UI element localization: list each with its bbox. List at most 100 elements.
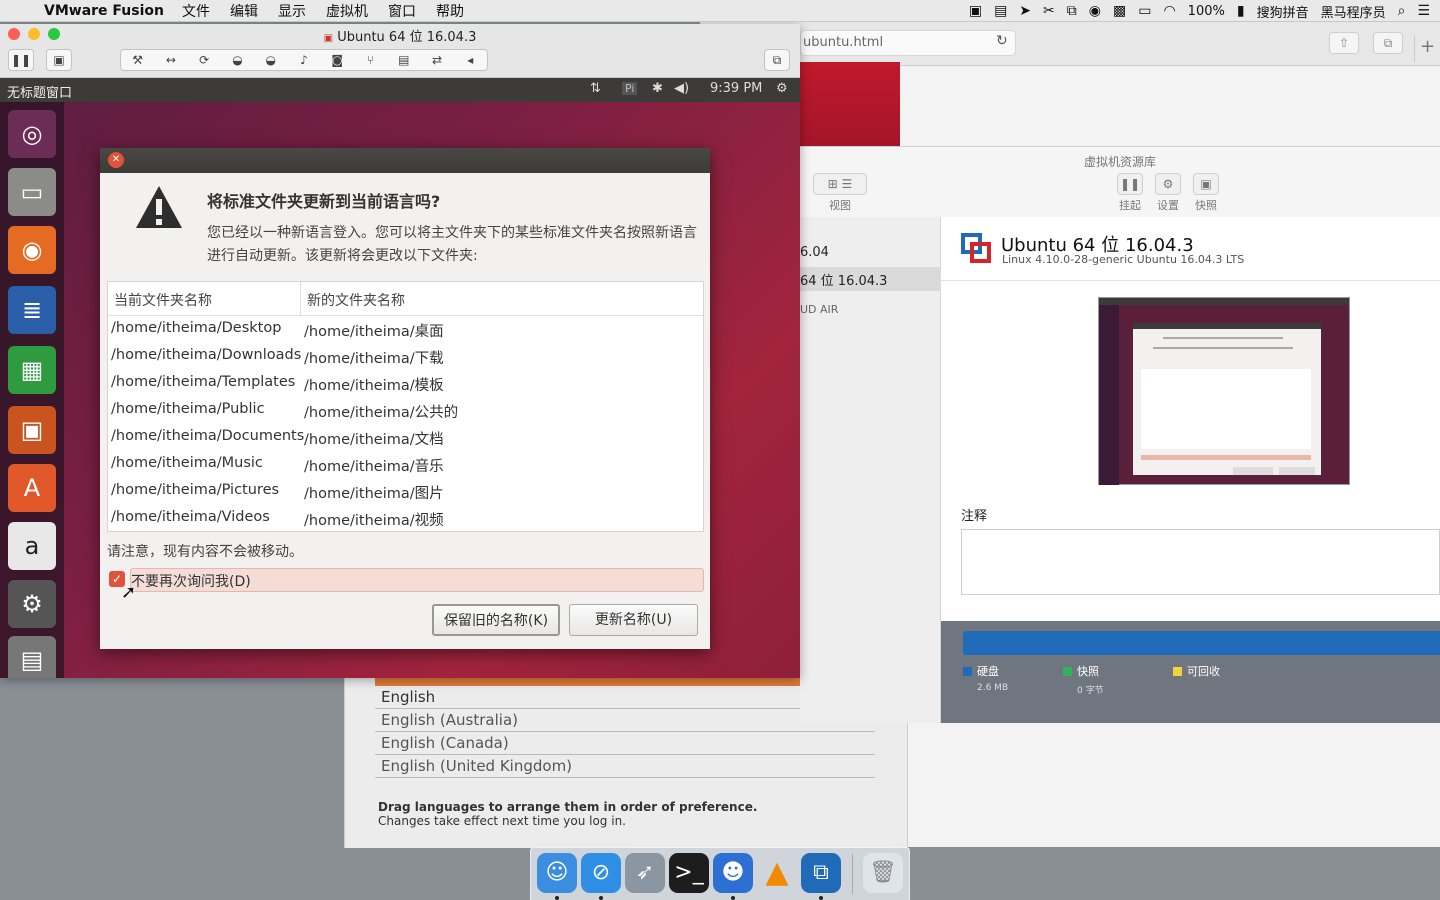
- settings-wrench-icon[interactable]: ⚒: [121, 50, 154, 70]
- impress-icon[interactable]: ▣: [8, 406, 56, 454]
- finder-icon[interactable]: ☺: [537, 853, 577, 893]
- volume-icon[interactable]: ◀): [674, 81, 689, 96]
- language-item[interactable]: English (United Kingdom): [375, 755, 875, 778]
- display-icon[interactable]: ▤: [994, 3, 1007, 19]
- firefox-icon[interactable]: ◉: [8, 226, 56, 274]
- snapshot-icon[interactable]: ▣: [1193, 173, 1219, 195]
- app-icon[interactable]: ☻: [713, 853, 753, 893]
- table-row[interactable]: /home/itheima/Public/home/itheima/公共的: [108, 397, 703, 424]
- current-folder: /home/itheima/Documents: [111, 428, 305, 444]
- pause-icon[interactable]: ❚❚: [1117, 173, 1143, 195]
- panel-clock[interactable]: 9:39 PM: [710, 81, 762, 96]
- vlc-icon[interactable]: ▲: [757, 853, 797, 893]
- language-item[interactable]: English (Canada): [375, 732, 875, 755]
- menu-file[interactable]: 文件: [182, 1, 210, 21]
- menu-window[interactable]: 窗口: [388, 1, 416, 21]
- spotlight-search-icon[interactable]: ⌕: [1398, 3, 1406, 19]
- table-row[interactable]: /home/itheima/Templates/home/itheima/模板: [108, 370, 703, 397]
- user-name[interactable]: 黑马程序员: [1321, 2, 1386, 21]
- terminal-icon[interactable]: >_: [669, 853, 709, 893]
- bluetooth-icon[interactable]: ✱: [652, 81, 663, 96]
- input-method[interactable]: 搜狗拼音: [1257, 2, 1309, 21]
- unity-button[interactable]: ⧉: [764, 49, 790, 71]
- app-icon[interactable]: ▩: [1113, 3, 1126, 19]
- view-toggle-icon[interactable]: ⊞ ☰: [813, 173, 867, 195]
- vmware-fusion-icon[interactable]: ⧉: [801, 853, 841, 893]
- menu-vm[interactable]: 虚拟机: [326, 1, 368, 21]
- safari-icon[interactable]: ⊘: [581, 853, 621, 893]
- airplay-icon[interactable]: ▭: [1138, 3, 1151, 19]
- sidebar-vm-item-selected[interactable]: 64 位 16.04.3: [800, 267, 941, 291]
- software-center-icon[interactable]: A: [8, 464, 56, 512]
- app-menu-vmware[interactable]: VMware Fusion: [44, 3, 164, 19]
- pause-vm-button[interactable]: ❚❚: [8, 49, 34, 71]
- amazon-icon[interactable]: a: [8, 522, 56, 570]
- table-row[interactable]: /home/itheima/Downloads/home/itheima/下载: [108, 343, 703, 370]
- wifi-icon[interactable]: ◠: [1163, 3, 1175, 19]
- update-names-button[interactable]: 更新名称(U): [569, 604, 698, 636]
- snapshot-tool[interactable]: ▣ 快照: [1186, 173, 1226, 213]
- copy-icon[interactable]: ⧉: [1067, 3, 1077, 19]
- folder-table[interactable]: 当前文件夹名称 新的文件夹名称 /home/itheima/Desktop/ho…: [107, 281, 704, 532]
- note-icon[interactable]: ◉: [1089, 3, 1101, 19]
- table-row[interactable]: /home/itheima/Desktop/home/itheima/桌面: [108, 316, 703, 343]
- table-row[interactable]: /home/itheima/Music/home/itheima/音乐: [108, 451, 703, 478]
- table-row[interactable]: /home/itheima/Videos/home/itheima/视频: [108, 505, 703, 531]
- keep-old-names-button[interactable]: 保留旧的名称(K): [432, 604, 560, 636]
- scissors-icon[interactable]: ✂: [1043, 3, 1055, 19]
- launchpad-icon[interactable]: ➶: [625, 853, 665, 893]
- printer-icon[interactable]: ▤: [387, 50, 420, 70]
- trash-icon[interactable]: 🗑: [863, 853, 903, 893]
- sound-icon[interactable]: ♪: [287, 50, 320, 70]
- suspend-tool[interactable]: ❚❚ 挂起: [1110, 173, 1150, 213]
- menu-view[interactable]: 显示: [278, 1, 306, 21]
- tabs-button[interactable]: ⧉: [1373, 32, 1403, 54]
- battery-icon[interactable]: ▮: [1237, 3, 1245, 19]
- vm-file-icon: ▣: [323, 33, 334, 44]
- send-icon[interactable]: ➤: [1019, 3, 1031, 19]
- restore-icon[interactable]: ⟳: [188, 50, 221, 70]
- new-tab-button[interactable]: +: [1414, 36, 1440, 62]
- table-row[interactable]: /home/itheima/Pictures/home/itheima/图片: [108, 478, 703, 505]
- files-icon[interactable]: ▭: [8, 168, 56, 216]
- usb-icon[interactable]: ⑂: [354, 50, 387, 70]
- table-header: 当前文件夹名称 新的文件夹名称: [108, 282, 703, 316]
- dont-ask-label[interactable]: 不要再次询问我(D): [131, 574, 251, 590]
- keyboard-indicator[interactable]: Pi: [622, 82, 638, 95]
- table-row[interactable]: /home/itheima/Documents/home/itheima/文档: [108, 424, 703, 451]
- sync-icon[interactable]: ⇄: [420, 50, 453, 70]
- network-icon[interactable]: ⇅: [590, 81, 601, 96]
- settings-tool[interactable]: ⚙ 设置: [1148, 173, 1188, 213]
- chevron-left-icon[interactable]: ◂: [454, 50, 487, 70]
- system-gear-icon[interactable]: ⚙: [776, 81, 788, 96]
- col-new-header[interactable]: 新的文件夹名称: [301, 282, 405, 315]
- dialog-heading: 将标准文件夹更新到当前语言吗?: [207, 192, 441, 211]
- calc-icon[interactable]: ▦: [8, 346, 56, 394]
- notification-center-icon[interactable]: ☰: [1417, 3, 1430, 19]
- sidebar-vm-item[interactable]: 6.04: [800, 245, 829, 260]
- wrench-icon[interactable]: ⚙: [1155, 173, 1181, 195]
- view-tool[interactable]: ⊞ ☰ 视图: [810, 173, 870, 213]
- sidebar-section[interactable]: UD AIR: [800, 303, 838, 316]
- writer-icon[interactable]: ≣: [8, 286, 56, 334]
- disk1-icon[interactable]: ◒: [221, 50, 254, 70]
- vm-thumbnail[interactable]: [1098, 297, 1350, 485]
- system-settings-icon[interactable]: ⚙: [8, 580, 56, 628]
- share-button[interactable]: ⇧: [1329, 32, 1359, 54]
- code-icon[interactable]: ↔: [154, 50, 187, 70]
- reload-icon[interactable]: ↻: [996, 33, 1008, 49]
- disk2-icon[interactable]: ◒: [254, 50, 287, 70]
- suspend-tool-label: 挂起: [1119, 199, 1141, 212]
- camera-icon[interactable]: ◙: [321, 50, 354, 70]
- menu-help[interactable]: 帮助: [436, 1, 464, 21]
- notes-textarea[interactable]: [961, 529, 1440, 595]
- screen-record-icon[interactable]: ▣: [969, 3, 982, 19]
- dont-ask-row[interactable]: 不要再次询问我(D): [130, 568, 704, 592]
- ubuntu-dash-icon[interactable]: ◎: [8, 110, 56, 158]
- address-bar[interactable]: ubuntu.html: [800, 30, 1016, 56]
- col-current-header[interactable]: 当前文件夹名称: [108, 282, 301, 315]
- printer-launcher-icon[interactable]: ▤: [8, 636, 56, 678]
- menu-edit[interactable]: 编辑: [230, 1, 258, 21]
- snapshot-button[interactable]: ▣: [46, 49, 72, 71]
- dialog-close-icon[interactable]: ✕: [108, 152, 124, 168]
